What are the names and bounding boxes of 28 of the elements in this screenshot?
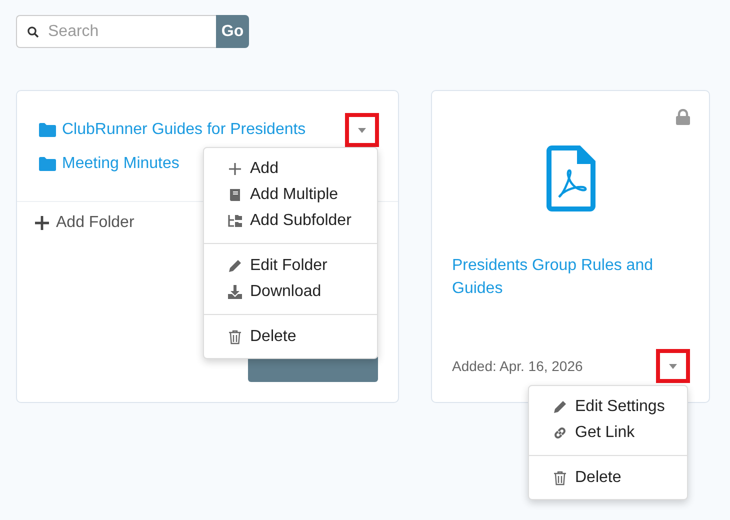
pencil-icon [552,399,568,415]
trash-icon [227,329,243,345]
folder-icon [39,123,56,137]
plus-icon [227,161,243,177]
caret-icon [358,128,366,132]
download-icon [227,284,243,300]
pdf-file-icon [546,145,596,212]
go-button[interactable]: Go [216,15,249,48]
add-folder-button[interactable]: Add Folder [17,202,152,244]
subfolder-icon [227,213,243,229]
added-date: Added: Apr. 16, 2026 [452,358,583,374]
book-icon [227,187,243,203]
menu-item[interactable]: Add Multiple [204,182,377,208]
search-field[interactable]: Search [16,15,216,48]
menu-item[interactable]: Get Link [529,420,687,446]
menu-item[interactable]: Download [204,279,377,305]
menu-item[interactable]: Delete [529,465,687,491]
menu-item[interactable]: Add [204,156,377,182]
menu-item[interactable]: Edit Settings [529,394,687,420]
link-icon [552,425,568,441]
menu-item[interactable]: Delete [204,324,377,350]
menu-item[interactable]: Edit Folder [204,253,377,279]
folder-icon [39,157,56,171]
menu-item[interactable]: Add Subfolder [204,208,377,234]
pencil-icon [227,258,243,274]
trash-icon [552,470,568,486]
caret-icon [669,364,677,368]
plus-icon [35,216,49,230]
